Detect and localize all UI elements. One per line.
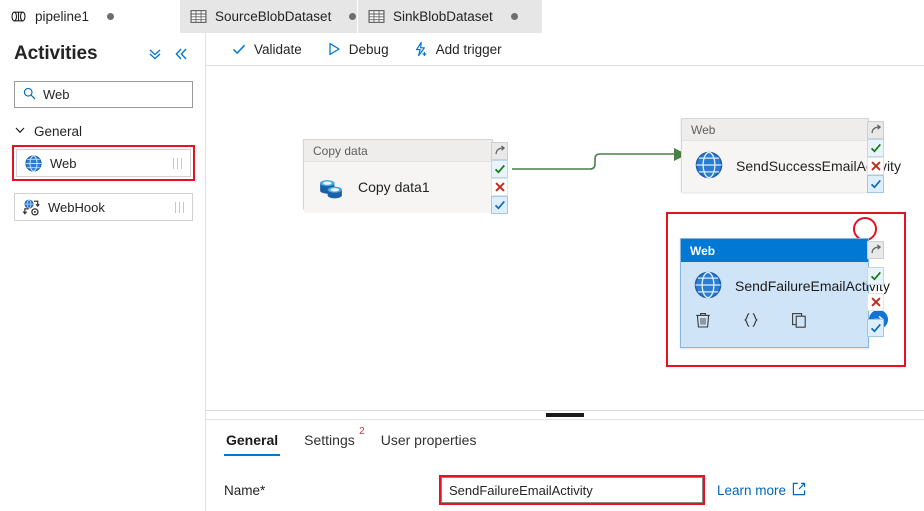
properties-tab-list: General Settings 2 User properties: [206, 420, 924, 456]
settings-badge: 2: [359, 426, 365, 437]
web-globe-icon: [694, 150, 724, 183]
activities-header: Activities: [0, 33, 205, 71]
unsaved-dot[interactable]: [107, 13, 115, 20]
tab-label: SourceBlobDataset: [215, 9, 332, 24]
tab-settings[interactable]: Settings 2: [302, 426, 365, 456]
tab-label: pipeline1: [35, 9, 90, 24]
play-triangle-icon: [326, 41, 342, 57]
page-title: Activities: [14, 43, 98, 64]
node-send-success-email[interactable]: Web SendSuccessEmailActivity: [681, 118, 901, 192]
curly-braces-icon[interactable]: [742, 311, 760, 332]
name-input[interactable]: [441, 477, 703, 503]
double-chevron-down-icon[interactable]: [147, 46, 163, 62]
tab-user-properties-label: User properties: [380, 432, 477, 448]
required-marker: *: [260, 482, 266, 498]
activity-web-highlight: Web: [12, 145, 195, 181]
debug-button[interactable]: Debug: [315, 37, 400, 61]
validate-button[interactable]: Validate: [220, 37, 313, 61]
success-connector: [512, 153, 674, 170]
pipeline-canvas[interactable]: Copy data Copy data1 Web SendSuccessEmai…: [206, 66, 924, 411]
learn-more-label: Learn more: [717, 482, 787, 498]
copy-data-icon: [316, 171, 346, 204]
dataset-table-icon: [190, 9, 207, 24]
drag-handle-icon[interactable]: [172, 157, 182, 169]
webhook-icon: [22, 198, 41, 217]
editor-tab-strip: pipeline1 SourceBlobDataset SinkBlobData…: [0, 0, 924, 33]
tab-strip-filler: [543, 0, 924, 33]
skip-port[interactable]: [491, 142, 508, 160]
node-type-label: Copy data: [304, 140, 492, 162]
tab-sinkblobdataset[interactable]: SinkBlobDataset: [358, 0, 543, 33]
tab-pipeline1[interactable]: pipeline1: [0, 0, 180, 33]
trash-icon[interactable]: [694, 311, 712, 332]
failure-port[interactable]: [867, 157, 884, 175]
node-send-failure-email[interactable]: Web SendFailureEmailActivity: [680, 238, 890, 348]
tab-settings-label: Settings: [304, 432, 355, 448]
panel-resize-handle[interactable]: [206, 411, 924, 419]
debug-label: Debug: [348, 41, 389, 57]
activity-group-general[interactable]: General: [14, 124, 205, 139]
pipeline-icon: [10, 9, 27, 24]
sidebar-item-web[interactable]: Web: [16, 149, 191, 177]
skip-port[interactable]: [867, 241, 884, 259]
tab-label: SinkBlobDataset: [393, 9, 493, 24]
success-port[interactable]: [867, 139, 884, 157]
dataset-table-icon: [368, 9, 385, 24]
activity-properties-panel: General Settings 2 User properties Name*…: [206, 419, 924, 511]
node-name: SendFailureEmailActivity: [735, 278, 890, 294]
skip-port[interactable]: [867, 121, 884, 139]
node-send-failure-email-ports: [867, 241, 884, 337]
tab-general[interactable]: General: [224, 432, 281, 456]
success-port[interactable]: [867, 267, 884, 285]
node-copy-data[interactable]: Copy data Copy data1: [303, 139, 493, 213]
add-trigger-label: Add trigger: [435, 41, 502, 57]
pipeline-command-bar: Validate Debug Add trigger: [206, 33, 924, 66]
node-type-label: Web: [681, 239, 868, 262]
chevron-down-icon: [14, 124, 26, 139]
activity-group-label: General: [34, 124, 83, 139]
name-input-highlight: [439, 475, 705, 505]
activities-panel: Activities Web General Web WebHook: [0, 33, 206, 511]
double-chevron-left-icon[interactable]: [173, 46, 189, 62]
completion-port[interactable]: [867, 175, 884, 193]
node-type-label: Web: [682, 119, 868, 141]
node-name: Copy data1: [358, 179, 430, 195]
resize-grip: [546, 413, 584, 417]
search-activities-box[interactable]: [14, 81, 193, 108]
name-field-label: Name*: [224, 483, 439, 498]
unsaved-dot[interactable]: [349, 13, 357, 20]
node-send-success-email-ports: [867, 121, 884, 193]
web-globe-icon: [24, 154, 43, 173]
sidebar-item-webhook[interactable]: WebHook: [14, 193, 193, 221]
name-label-text: Name: [224, 482, 261, 498]
web-globe-icon: [693, 270, 723, 303]
add-trigger-button[interactable]: Add trigger: [402, 37, 513, 61]
failure-port[interactable]: [867, 293, 884, 311]
node-copy-data-ports: [491, 142, 508, 214]
node-name: SendSuccessEmailActivity: [736, 158, 901, 174]
unsaved-dot[interactable]: [510, 13, 518, 20]
sidebar-item-label: WebHook: [48, 199, 105, 215]
node-action-bar: [681, 307, 889, 341]
name-form-row: Name* Learn more: [206, 470, 924, 510]
failure-port[interactable]: [491, 178, 508, 196]
completion-port[interactable]: [491, 196, 508, 214]
learn-more-link[interactable]: Learn more: [717, 482, 806, 499]
tab-general-label: General: [226, 432, 279, 448]
drag-handle-icon[interactable]: [174, 201, 184, 213]
search-input[interactable]: [43, 87, 184, 102]
validate-label: Validate: [254, 41, 302, 57]
sidebar-item-label: Web: [50, 155, 77, 171]
activity-webhook-wrap: WebHook: [14, 193, 193, 221]
search-icon: [23, 87, 36, 103]
checkmark-icon: [231, 41, 247, 57]
copy-pages-icon[interactable]: [790, 311, 808, 332]
completion-port[interactable]: [867, 319, 884, 337]
tab-user-properties[interactable]: User properties: [379, 432, 479, 456]
tab-sourceblobdataset[interactable]: SourceBlobDataset: [180, 0, 358, 33]
success-port[interactable]: [491, 160, 508, 178]
lightning-plus-icon: [413, 41, 429, 57]
external-link-icon: [792, 482, 806, 499]
adf-pipeline-editor: pipeline1 SourceBlobDataset SinkBlobData…: [0, 0, 924, 511]
